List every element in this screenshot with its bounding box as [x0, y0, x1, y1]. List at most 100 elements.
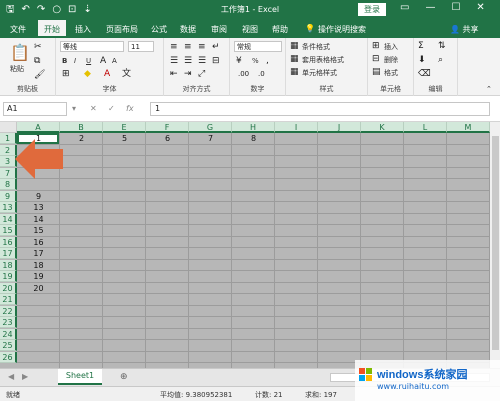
column-header-j[interactable]: J [318, 122, 361, 133]
cut-icon[interactable]: ✂ [34, 42, 42, 52]
font-shrink-icon[interactable]: A [112, 56, 117, 66]
maximize-icon[interactable]: ☐ [451, 2, 460, 13]
fx-button[interactable]: fx [126, 104, 134, 113]
row-header-14[interactable]: 14 [0, 213, 17, 225]
column-header-h[interactable]: H [232, 122, 275, 133]
currency-icon[interactable]: ¥ [236, 56, 242, 66]
tab-formulas[interactable]: 公式 [151, 24, 167, 35]
row-header-25[interactable]: 25 [0, 340, 17, 351]
vertical-scrollbar[interactable] [489, 122, 500, 368]
increase-indent-icon[interactable]: ⇥ [184, 69, 192, 79]
copy-icon[interactable]: ⧉ [34, 56, 40, 66]
cell-col-a[interactable]: 15 [17, 225, 60, 236]
row-header-16[interactable]: 16 [0, 236, 17, 248]
row-header-26[interactable]: 26 [0, 351, 17, 363]
column-header-l[interactable]: L [404, 122, 447, 133]
decrease-indent-icon[interactable]: ⇤ [170, 69, 178, 79]
font-size-select[interactable]: 11 [128, 41, 154, 52]
cell-col-a[interactable]: 16 [17, 237, 60, 248]
column-header-a[interactable]: A [17, 122, 60, 133]
insert-button[interactable]: 插入 [384, 42, 398, 52]
tab-insert[interactable]: 插入 [75, 24, 91, 35]
minimize-icon[interactable]: — [425, 2, 435, 13]
name-box[interactable]: A1 [3, 102, 67, 116]
row-header-17[interactable]: 17 [0, 248, 17, 259]
row-header-19[interactable]: 19 [0, 271, 17, 282]
column-header-g[interactable]: G [189, 122, 232, 133]
ribbon-display-icon[interactable]: ▭ [400, 2, 409, 13]
conditional-format-button[interactable]: 条件格式 [302, 42, 330, 52]
cell-col-a[interactable]: 20 [17, 283, 60, 294]
wrap-text-icon[interactable]: ↵ [212, 42, 220, 52]
fill-color-icon[interactable]: ◆ [84, 69, 91, 79]
cell-styles-button[interactable]: 单元格样式 [302, 68, 337, 78]
find-icon[interactable]: ⌕ [438, 55, 443, 65]
tab-data[interactable]: 数据 [180, 24, 196, 35]
phonetic-icon[interactable]: 文 [122, 69, 131, 79]
align-top-icon[interactable]: ≡ [170, 42, 178, 52]
cell-row1-f[interactable]: 6 [146, 133, 189, 144]
tab-home[interactable]: 开始 [38, 20, 66, 38]
cell-col-a[interactable]: 19 [17, 271, 60, 282]
cell-col-a[interactable]: 9 [17, 191, 60, 202]
bold-button[interactable]: B [62, 57, 67, 65]
number-format-select[interactable]: 常规 [234, 41, 282, 52]
border-icon[interactable]: ⊞ [62, 69, 70, 79]
row-header-23[interactable]: 23 [0, 317, 17, 328]
cell-row1-h[interactable]: 8 [232, 133, 275, 144]
row-header-21[interactable]: 21 [0, 294, 17, 305]
cancel-icon[interactable]: ✕ [90, 104, 97, 113]
row-header-15[interactable]: 15 [0, 225, 17, 236]
autosum-icon[interactable]: Σ [418, 41, 424, 51]
format-button[interactable]: 格式 [384, 68, 398, 78]
column-header-m[interactable]: M [447, 122, 490, 133]
orientation-icon[interactable]: ⤢ [198, 69, 205, 79]
tab-review[interactable]: 审阅 [211, 24, 227, 35]
align-middle-icon[interactable]: ≡ [184, 42, 192, 52]
increase-decimal-icon[interactable]: .00 [238, 69, 249, 79]
align-bottom-icon[interactable]: ≡ [198, 42, 206, 52]
cell-row1-b[interactable]: 2 [60, 133, 103, 144]
fill-icon[interactable]: ⬇ [418, 55, 426, 65]
font-grow-icon[interactable]: A [100, 56, 106, 66]
merge-icon[interactable]: ⊟ [212, 56, 220, 66]
select-all-corner[interactable] [0, 122, 17, 133]
row-header-18[interactable]: 18 [0, 259, 17, 271]
format-table-button[interactable]: 套用表格格式 [302, 55, 344, 65]
tab-view[interactable]: 视图 [242, 24, 258, 35]
login-button[interactable]: 登录 [358, 3, 386, 16]
comma-icon[interactable]: , [266, 56, 269, 66]
tell-me-search[interactable]: 操作说明搜索 [318, 24, 366, 35]
row-header-13[interactable]: 13 [0, 202, 17, 213]
column-header-b[interactable]: B [60, 122, 103, 133]
vertical-scroll-thumb[interactable] [492, 136, 499, 350]
percent-button[interactable]: % [252, 57, 259, 65]
namebox-dropdown-icon[interactable]: ▾ [72, 104, 76, 113]
column-header-f[interactable]: F [146, 122, 189, 133]
delete-button[interactable]: 删除 [384, 55, 398, 65]
clear-icon[interactable]: ⌫ [418, 69, 431, 79]
cell-row1-g[interactable]: 7 [189, 133, 232, 144]
underline-button[interactable]: U [86, 57, 91, 65]
collapse-ribbon-icon[interactable]: ⌃ [486, 84, 492, 94]
cell-col-a[interactable]: 18 [17, 260, 60, 271]
share-button[interactable]: 👤 共享 [450, 24, 479, 35]
row-header-20[interactable]: 20 [0, 282, 17, 294]
scroll-tabs-left-icon[interactable]: ◀ [8, 372, 14, 382]
italic-button[interactable]: I [74, 57, 76, 65]
cell-col-a[interactable]: 13 [17, 202, 60, 213]
sheet-tab-sheet1[interactable]: Sheet1 [58, 369, 102, 385]
tab-file[interactable]: 文件 [10, 24, 26, 35]
align-center-icon[interactable]: ☰ [184, 56, 192, 66]
tab-page-layout[interactable]: 页面布局 [106, 24, 138, 35]
formula-input[interactable]: 1 [150, 102, 490, 116]
tab-help[interactable]: 帮助 [272, 24, 288, 35]
paste-button[interactable]: 粘贴 [10, 64, 24, 74]
font-name-select[interactable]: 等线 [60, 41, 124, 52]
row-header-22[interactable]: 22 [0, 305, 17, 317]
font-color-icon[interactable]: A [104, 69, 110, 79]
column-header-i[interactable]: I [275, 122, 318, 133]
align-left-icon[interactable]: ☰ [170, 56, 178, 66]
row-header-9[interactable]: 9 [0, 190, 17, 202]
cell-row1-e[interactable]: 5 [103, 133, 146, 144]
